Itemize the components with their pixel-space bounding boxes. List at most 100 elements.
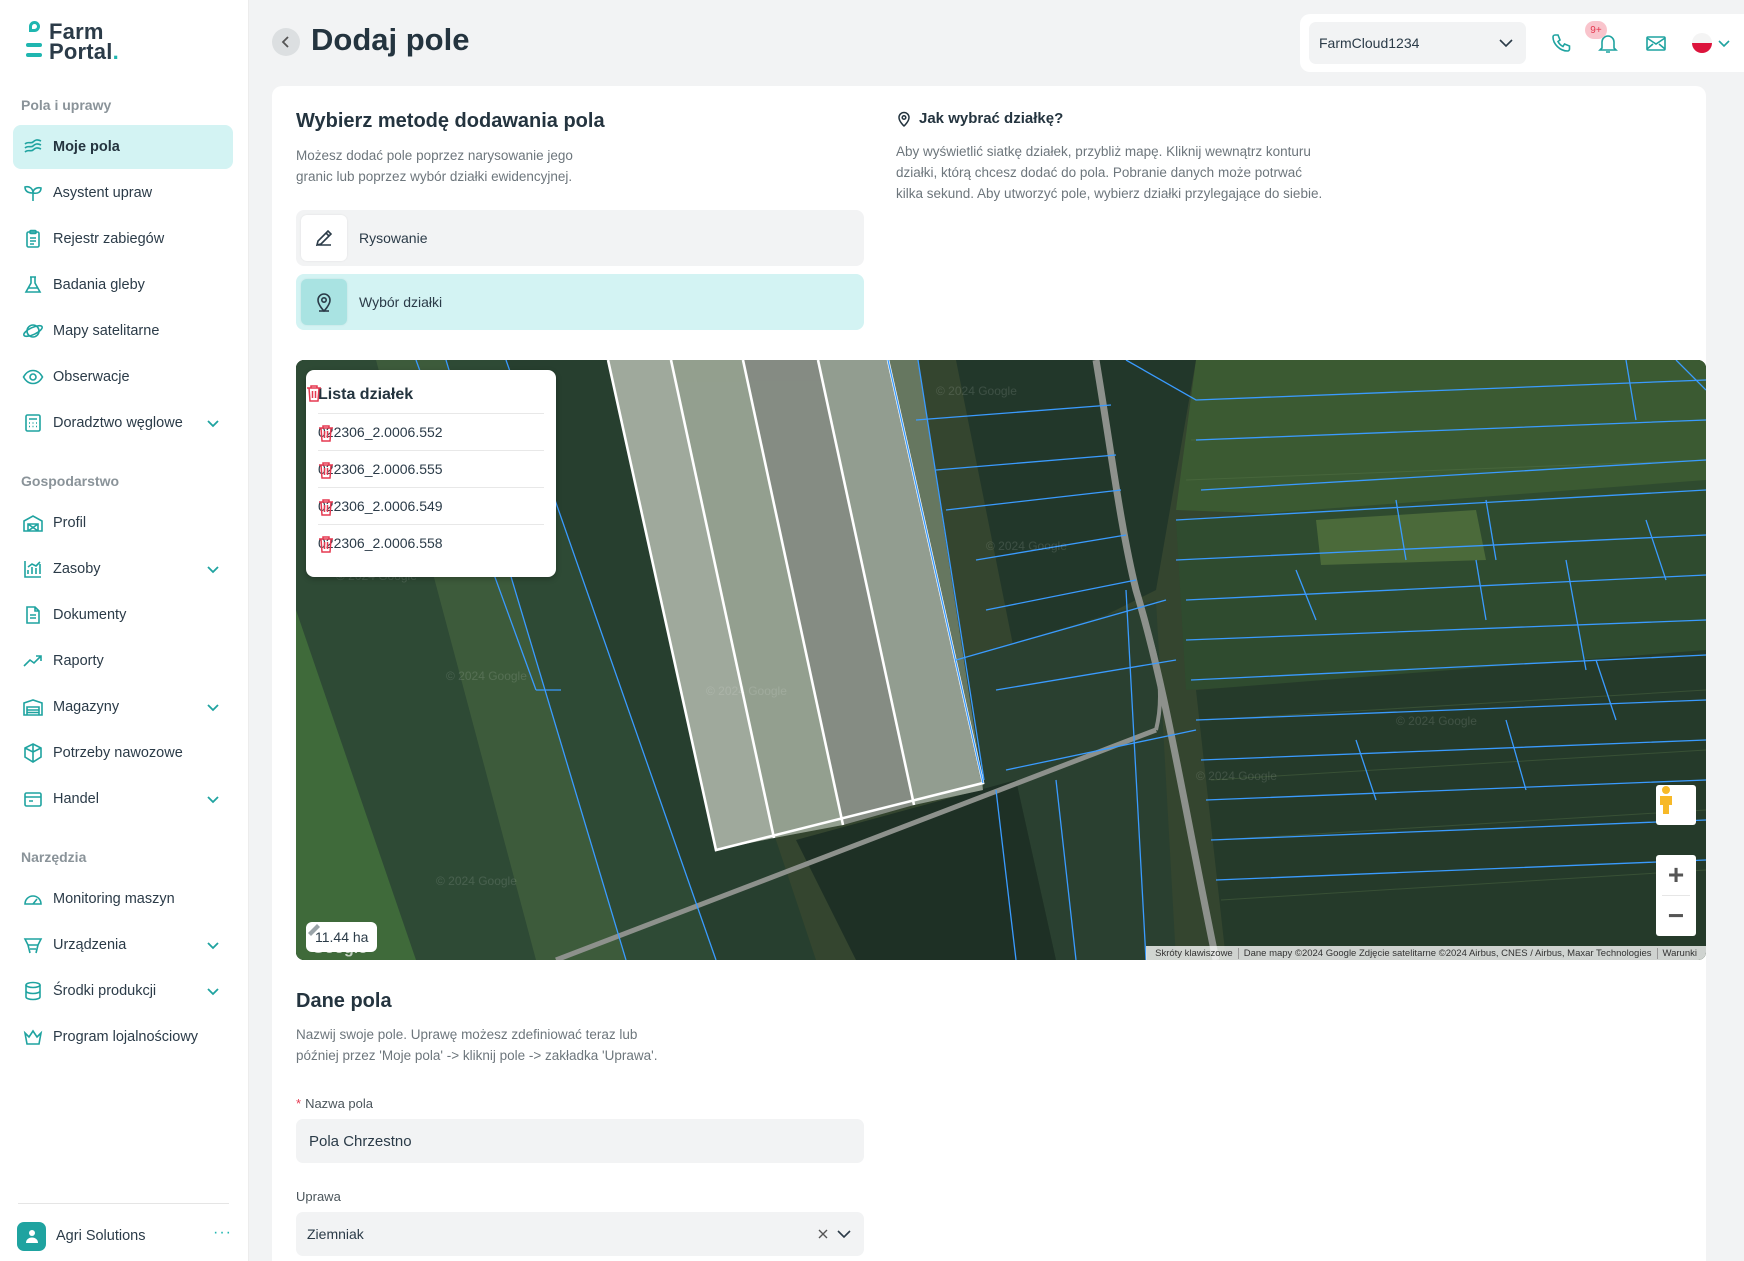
sidebar-item-badania-gleby[interactable]: Badania gleby — [13, 263, 233, 307]
chevron-down-icon — [837, 1230, 851, 1239]
chevron-down-icon — [207, 942, 219, 950]
method-option-label: Wybór działki — [359, 294, 443, 310]
chevron-down-icon — [1499, 39, 1513, 48]
sidebar-item-label: Handel — [53, 791, 99, 807]
sidebar-item-label: Monitoring maszyn — [53, 891, 175, 907]
howto-title: Jak wybrać działkę? — [896, 110, 1063, 127]
crop-select[interactable]: Ziemniak — [296, 1212, 864, 1256]
trend-icon — [22, 650, 44, 672]
logo-text-portal: Portal. — [49, 39, 119, 64]
sidebar: Farm Portal. Pola i uprawy Moje pola Asy… — [0, 0, 249, 1261]
sidebar-item-monitoring-maszyn[interactable]: Monitoring maszyn — [13, 877, 233, 921]
back-button[interactable] — [272, 28, 300, 56]
terms-link[interactable]: Warunki — [1656, 947, 1703, 959]
parcel-list-item: 022306_2.0006.558 — [318, 524, 544, 561]
sidebar-item-potrzeby-nawozowe[interactable]: Potrzeby nawozowe — [13, 731, 233, 775]
chevron-down-icon — [207, 420, 219, 428]
chevron-down-icon — [207, 796, 219, 804]
trash-icon[interactable] — [306, 384, 322, 402]
area-badge: 11.44 ha — [306, 922, 378, 952]
sidebar-item-mapy-satelitarne[interactable]: Mapy satelitarne — [13, 309, 233, 353]
map-data-attribution: Dane mapy ©2024 Google Zdjęcie satelitar… — [1237, 947, 1657, 959]
ruler-icon — [308, 924, 320, 936]
sidebar-item-zasoby[interactable]: Zasoby — [13, 547, 233, 591]
zoom-out-button[interactable]: − — [1656, 896, 1696, 936]
logo-icon — [26, 21, 42, 61]
street-view-button[interactable] — [1656, 785, 1696, 825]
method-option-parcel[interactable]: Wybór działki — [296, 274, 864, 330]
sidebar-item-srodki-produkcji[interactable]: Środki produkcji — [13, 969, 233, 1013]
sidebar-divider — [18, 1203, 229, 1204]
chevron-down-icon — [207, 988, 219, 996]
sidebar-item-dokumenty[interactable]: Dokumenty — [13, 593, 233, 637]
location-pin-icon — [898, 111, 910, 127]
sidebar-item-magazyny[interactable]: Magazyny — [13, 685, 233, 729]
calculator-icon — [22, 412, 44, 434]
pencil-icon — [301, 215, 347, 261]
notifications-badge: 9+ — [1585, 21, 1607, 39]
chevron-down-icon — [1718, 40, 1730, 48]
svg-text:© 2024 Google: © 2024 Google — [986, 539, 1067, 553]
phone-button[interactable] — [1547, 29, 1575, 57]
sidebar-item-raporty[interactable]: Raporty — [13, 639, 233, 683]
sidebar-item-label: Profil — [53, 515, 87, 531]
user-profile[interactable]: Agri Solutions ··· — [17, 1220, 232, 1252]
sidebar-item-rejestr-zabiegow[interactable]: Rejestr zabiegów — [13, 217, 233, 261]
svg-text:© 2024 Google: © 2024 Google — [446, 669, 527, 683]
trash-icon[interactable] — [318, 424, 334, 442]
svg-text:© 2024 Google: © 2024 Google — [706, 684, 787, 698]
main-card: Wybierz metodę dodawania pola Możesz dod… — [272, 86, 1706, 1261]
method-title: Wybierz metodę dodawania pola — [296, 110, 605, 132]
crown-icon — [22, 1026, 44, 1048]
satellite-map[interactable]: © 2024 Google © 2024 Google © 2024 Google… — [296, 360, 1706, 960]
trash-icon[interactable] — [318, 461, 334, 479]
zoom-control: + − — [1656, 855, 1696, 936]
sidebar-item-moje-pola[interactable]: Moje pola — [13, 125, 233, 169]
sidebar-item-asystent-upraw[interactable]: Asystent upraw — [13, 171, 233, 215]
avatar — [17, 1221, 46, 1251]
field-name-label: * Nazwa pola — [296, 1096, 373, 1111]
mail-icon — [1646, 36, 1666, 51]
trash-icon[interactable] — [318, 498, 334, 516]
fields-icon — [22, 136, 44, 158]
sidebar-item-obserwacje[interactable]: Obserwacje — [13, 355, 233, 399]
sidebar-item-label: Doradztwo węglowe — [53, 415, 183, 431]
sidebar-item-program-lojalnosciowy[interactable]: Program lojalnościowy — [13, 1015, 233, 1059]
keyboard-shortcuts-link[interactable]: Skróty klawiszowe — [1150, 948, 1238, 959]
trade-icon — [22, 788, 44, 810]
sidebar-item-label: Program lojalnościowy — [53, 1029, 199, 1045]
chevron-down-icon — [207, 704, 219, 712]
parcel-list-title: Lista działek — [318, 386, 414, 403]
more-options-icon[interactable]: ··· — [213, 1224, 232, 1242]
sidebar-item-urzadzenia[interactable]: Urządzenia — [13, 923, 233, 967]
zoom-in-button[interactable]: + — [1656, 855, 1696, 895]
svg-text:© 2024 Google: © 2024 Google — [1396, 714, 1477, 728]
clear-icon[interactable] — [818, 1229, 828, 1239]
sidebar-item-label: Rejestr zabiegów — [53, 231, 165, 247]
flag-pl-icon — [1692, 33, 1712, 53]
section-title-tools: Narzędzia — [21, 849, 87, 865]
form-description: Nazwij swoje pole. Uprawę możesz zdefini… — [296, 1027, 658, 1063]
method-option-drawing[interactable]: Rysowanie — [296, 210, 864, 266]
sidebar-item-label: Asystent upraw — [53, 185, 153, 201]
sidebar-item-label: Raporty — [53, 653, 104, 669]
planet-icon — [22, 320, 44, 342]
trash-icon[interactable] — [318, 535, 334, 553]
sidebar-item-profil[interactable]: Profil — [13, 501, 233, 545]
sidebar-item-handel[interactable]: Handel — [13, 777, 233, 821]
sidebar-item-doradztwo-weglowe[interactable]: Doradztwo węglowe — [13, 401, 233, 445]
field-name-input[interactable]: Pola Chrzestno — [296, 1119, 864, 1163]
top-bar: FarmCloud1234 — [1300, 14, 1744, 72]
form-title: Dane pola — [296, 990, 392, 1012]
method-description: Możesz dodać pole poprzez narysowanie je… — [296, 148, 573, 184]
parcel-list-item: 022306_2.0006.552 — [318, 413, 544, 450]
sprout-icon — [22, 182, 44, 204]
parcel-list-panel: Lista działek 022306_2.0006.552 022306_2… — [306, 370, 556, 577]
messages-button[interactable] — [1642, 29, 1670, 57]
farm-select[interactable]: FarmCloud1234 — [1309, 22, 1526, 64]
chevron-down-icon — [207, 566, 219, 574]
language-select[interactable] — [1687, 29, 1735, 57]
sidebar-item-label: Magazyny — [53, 699, 120, 715]
fertilizer-icon — [22, 742, 44, 764]
database-icon — [22, 980, 44, 1002]
